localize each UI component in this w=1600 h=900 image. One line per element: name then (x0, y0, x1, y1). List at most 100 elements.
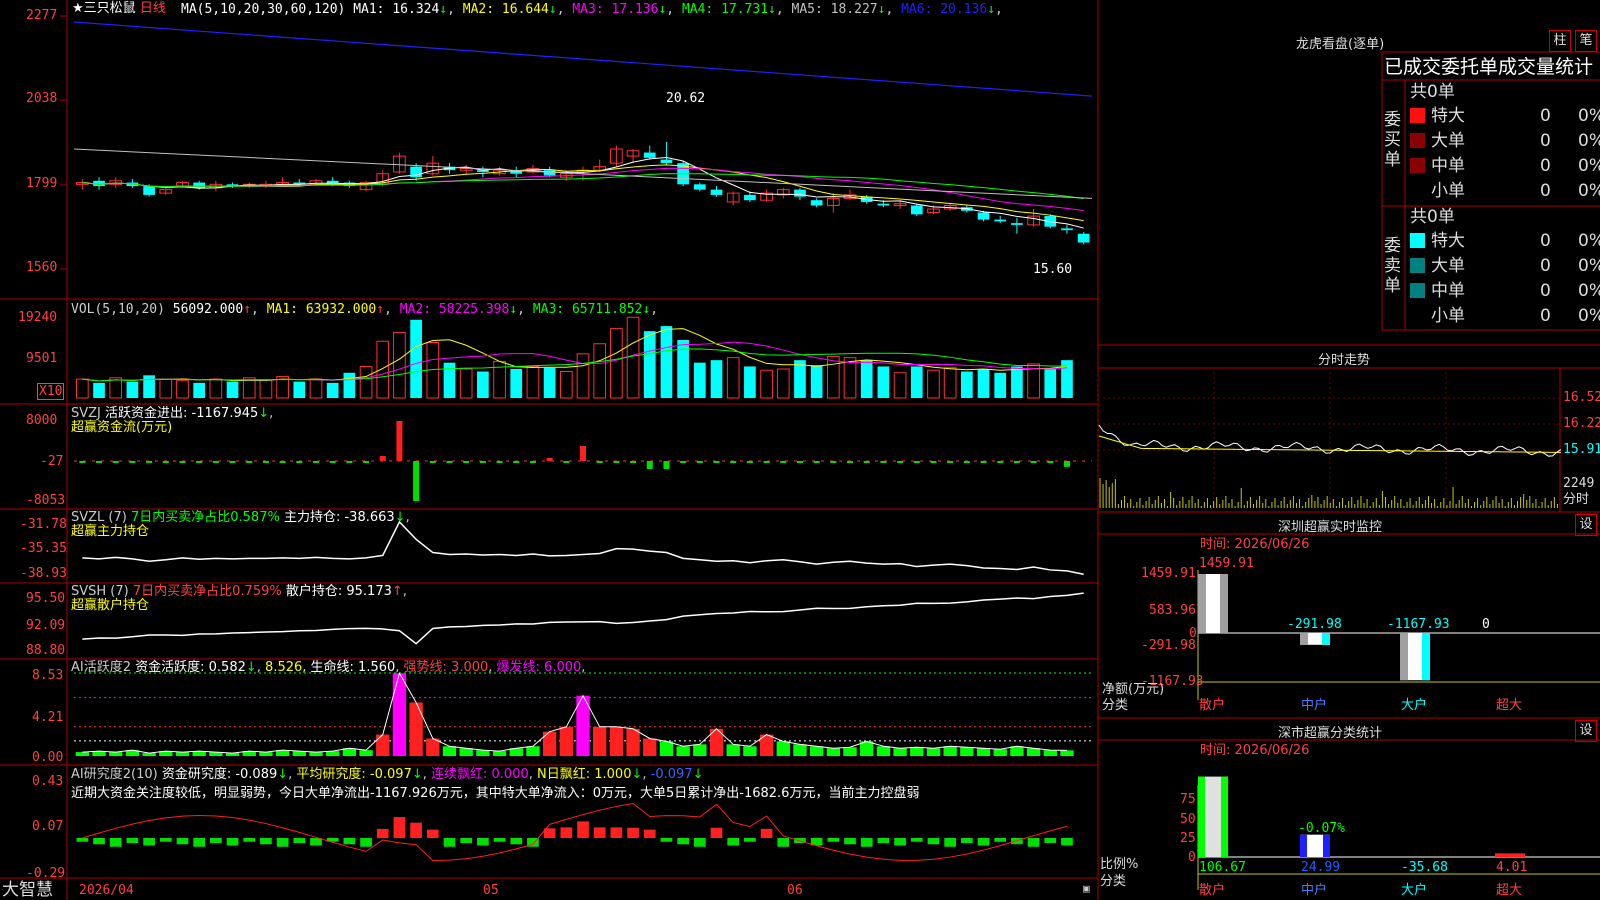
candle-body (643, 152, 656, 158)
period-label[interactable]: 日线 (140, 1, 166, 16)
class-settings-button[interactable]: 设 (1575, 720, 1597, 742)
ai2-bar (410, 822, 422, 838)
volume-bar (843, 357, 857, 399)
ma-legend-item: MA2: 16.644 (462, 2, 549, 17)
svzj-bar (379, 456, 386, 461)
svzj-bar (696, 461, 703, 463)
candle-body (1061, 228, 1073, 231)
order-color-swatch (1410, 108, 1425, 123)
order-row-pct: 0% (1578, 181, 1600, 201)
volume-bar (410, 319, 422, 398)
sz-bar-shade (1400, 633, 1408, 681)
svsh-axis-label: 92.09 (26, 618, 66, 633)
ai1-bar (793, 744, 807, 756)
ai2-bar (643, 829, 656, 838)
ai2-bar (210, 838, 222, 843)
ai1-bar (1010, 746, 1024, 756)
ai1-bar (526, 746, 540, 756)
svzj-bar (396, 421, 403, 461)
ai1-bar (943, 746, 957, 756)
volume-bar (393, 331, 406, 399)
volume-bar (860, 360, 873, 398)
volume-bar (526, 365, 540, 399)
volume-bar (76, 378, 89, 399)
ai2-bar (760, 828, 773, 838)
ai1-name: AI活跃度2 (71, 660, 131, 675)
ai1-bar (993, 749, 1007, 756)
order-row-pct: 0% (1578, 281, 1600, 301)
ai1-bar (776, 741, 790, 756)
svzj-bar (496, 461, 503, 463)
order-color-swatch (1410, 258, 1425, 273)
volume-bar (259, 379, 273, 399)
svzl-axis-label: -38.93 (20, 566, 67, 581)
svzj-bar (79, 461, 86, 463)
svzj-axis-label: -8053 (26, 493, 66, 508)
svzl-axis-label: -31.78 (20, 517, 67, 532)
orderbook-title: 已成交委托单成交量统计 (1384, 56, 1594, 78)
ai2-bar (176, 838, 189, 845)
price-axis-label: 2038 (26, 91, 58, 106)
ai2-bar (844, 838, 856, 845)
sz-bar-value: 0 (1482, 617, 1490, 632)
svzj-axis-label: 8000 (26, 413, 58, 428)
ai2-bar (827, 838, 840, 842)
candle-body (877, 203, 890, 206)
candle-body (543, 170, 556, 176)
ma-legend: MA(5,10,20,30,60,120) MA1: 16.324↓, MA2:… (181, 2, 1003, 17)
main-chart-area[interactable] (0, 0, 1600, 900)
timeshare-axis-label: 16.52 (1563, 390, 1600, 405)
sz-axis-label: 583.96 (1149, 603, 1196, 618)
ai1-bar (693, 744, 707, 756)
svzj-bar (613, 461, 620, 463)
sz-settings-button[interactable]: 设 (1575, 514, 1597, 536)
lock-icon[interactable]: ▣ (1083, 881, 1090, 896)
right-panel-graphics (1097, 372, 1600, 890)
order-row-count: 0 (1540, 281, 1551, 301)
svsh-axis-label: 95.50 (26, 591, 66, 606)
date-label: 05 (483, 883, 499, 898)
class-bar-label: -0.07% (1298, 821, 1345, 836)
svzj-bar (262, 461, 269, 463)
ai1-axis-label: 4.21 (32, 710, 64, 725)
volume-bar (1011, 366, 1023, 398)
svzj-bar (947, 461, 954, 463)
vol-arrow-icon: ↓ (642, 302, 651, 317)
sz-bar-shade (1422, 633, 1430, 681)
ai1-bar (976, 748, 991, 756)
order-color-swatch (1410, 283, 1425, 298)
order-color-swatch (1410, 233, 1425, 248)
sz-axis-label: 1459.91 (1141, 566, 1196, 581)
ai1-bar (492, 751, 507, 756)
candle-body (143, 186, 155, 195)
timeshare-axis-label: 15.91 (1563, 442, 1600, 457)
svsh-name: SVSH (7) (71, 584, 129, 599)
svzj-legend: SVZJ 活跃资金进出: -1167.945↓, (71, 406, 274, 421)
sz-bar-value: -1167.93 (1387, 617, 1450, 632)
svsh-legend: SVSH (7) 7日内买卖净占比0.759% 散户持仓: 95.173↑, (71, 584, 407, 599)
svzj-bar (146, 461, 153, 463)
dragon-title: 龙虎看盘(逐单) (1296, 37, 1385, 52)
volume-bar (794, 360, 806, 398)
class-stats-title: 深市超赢分类统计 (1278, 726, 1383, 741)
ai2-bar (376, 828, 389, 838)
volume-bar (1044, 368, 1057, 398)
ai1-value: 资金活跃度: 0.582 (135, 660, 246, 675)
date-label: 06 (787, 883, 803, 898)
svzj-bar (246, 461, 253, 463)
svzj-bar (630, 461, 637, 463)
ai2-bar (994, 838, 1007, 842)
volume-bar (994, 372, 1007, 398)
ma-arrow-icon: ↓ (439, 2, 448, 17)
ai1-bar (1060, 750, 1074, 756)
ai2-bars (76, 802, 1073, 861)
ai1-bar (259, 752, 273, 756)
favorite-star-icon[interactable]: ★ (72, 1, 84, 16)
ma-arrow-icon: ↓ (987, 2, 996, 17)
svzj-bar (780, 461, 787, 463)
cls-bar (1198, 776, 1228, 857)
ai2-bar (460, 838, 473, 843)
tick-view-button[interactable]: 笔 (1575, 30, 1597, 52)
svzj-bar (680, 461, 687, 463)
column-view-button[interactable]: 柱 (1549, 30, 1571, 52)
